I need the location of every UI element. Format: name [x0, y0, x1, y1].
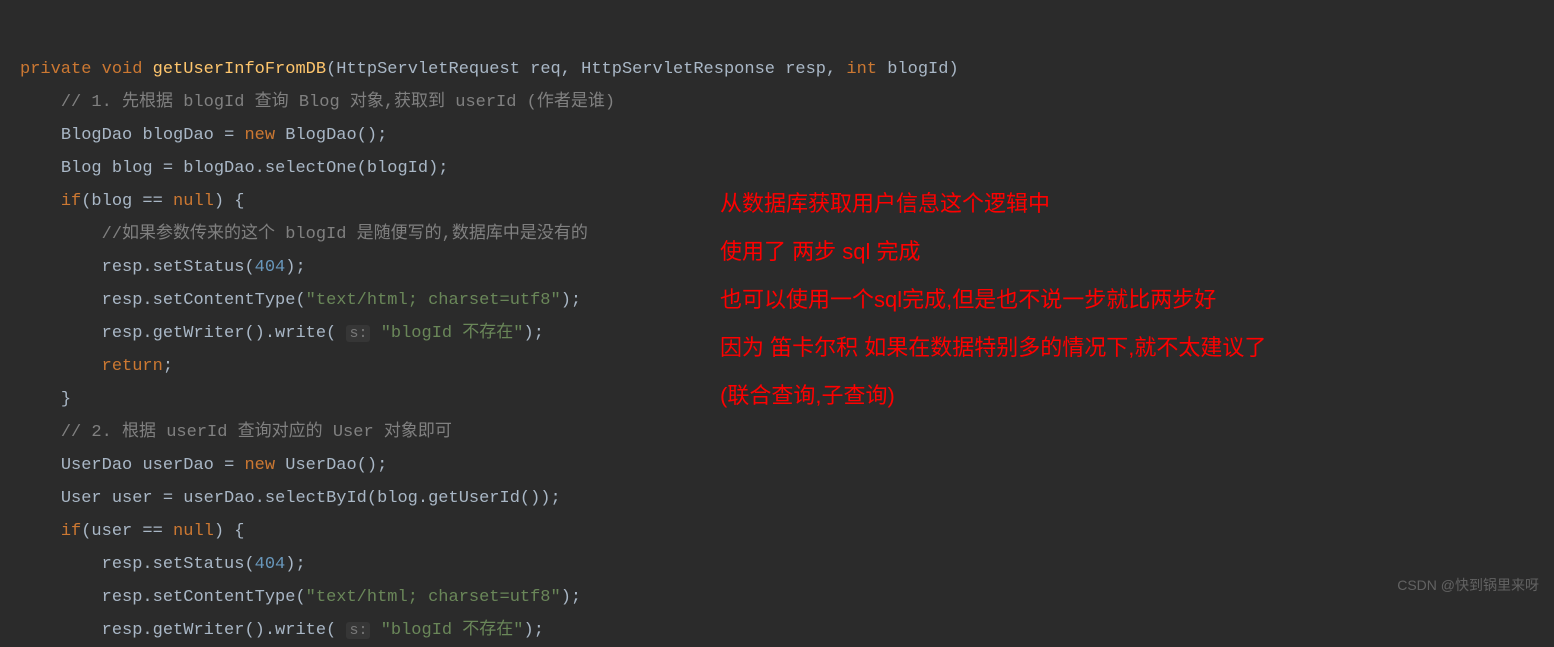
keyword-if: if: [61, 522, 81, 541]
cond: (blog ==: [81, 192, 163, 211]
string: "text/html; charset=utf8": [306, 588, 561, 607]
param-hint: s:: [346, 325, 370, 342]
tail: ();: [357, 126, 388, 145]
close: ) {: [214, 192, 245, 211]
eq: =: [224, 456, 234, 475]
paren: (: [326, 60, 336, 79]
keyword-private: private: [20, 60, 91, 79]
expr: userDao.selectById(blog.getUserId());: [183, 489, 560, 508]
var: blog: [112, 159, 153, 178]
string: "blogId 不存在": [381, 324, 524, 343]
ctor: UserDao: [285, 456, 356, 475]
comment-line: // 1. 先根据 blogId 查询 Blog 对象,获取到 userId (…: [61, 93, 615, 112]
watermark: CSDN @快到锅里来呀: [1397, 569, 1539, 602]
string: "blogId 不存在": [381, 621, 524, 640]
comment-line: //如果参数传来的这个 blogId 是随便写的,数据库中是没有的: [102, 225, 588, 244]
tail: );: [561, 291, 581, 310]
comma: ,: [561, 60, 571, 79]
param-hint: s:: [346, 622, 370, 639]
eq: =: [163, 159, 173, 178]
tail: );: [285, 555, 305, 574]
var: userDao: [142, 456, 213, 475]
call: resp.setStatus(: [102, 258, 255, 277]
param: blogId: [887, 60, 948, 79]
var: user: [112, 489, 153, 508]
tail: );: [285, 258, 305, 277]
annotation-line: 从数据库获取用户信息这个逻辑中: [720, 180, 1266, 228]
tail: );: [561, 588, 581, 607]
annotation-line: 使用了 两步 sql 完成: [720, 228, 1266, 276]
string: "text/html; charset=utf8": [306, 291, 561, 310]
keyword-return: return: [102, 357, 163, 376]
tail: );: [524, 324, 544, 343]
annotation-line: (联合查询,子查询): [720, 372, 1266, 420]
annotation-text: 从数据库获取用户信息这个逻辑中 使用了 两步 sql 完成 也可以使用一个sql…: [720, 180, 1266, 420]
eq: =: [163, 489, 173, 508]
call: resp.setContentType(: [102, 588, 306, 607]
annotation-line: 因为 笛卡尔积 如果在数据特别多的情况下,就不太建议了: [720, 324, 1266, 372]
keyword-new: new: [244, 126, 275, 145]
keyword-void: void: [102, 60, 143, 79]
call: resp.setContentType(: [102, 291, 306, 310]
number: 404: [255, 555, 286, 574]
type: BlogDao: [61, 126, 132, 145]
var: blogDao: [142, 126, 213, 145]
keyword-new: new: [244, 456, 275, 475]
brace: }: [61, 390, 71, 409]
close: ) {: [214, 522, 245, 541]
comment-line: // 2. 根据 userId 查询对应的 User 对象即可: [61, 423, 452, 442]
keyword-null: null: [173, 192, 214, 211]
tail: );: [524, 621, 544, 640]
param: resp: [785, 60, 826, 79]
cond: (user ==: [81, 522, 163, 541]
param: req: [530, 60, 561, 79]
expr: blogDao.selectOne(blogId);: [183, 159, 448, 178]
keyword-null: null: [173, 522, 214, 541]
eq: =: [224, 126, 234, 145]
call: resp.getWriter().write(: [102, 621, 337, 640]
annotation-line: 也可以使用一个sql完成,但是也不说一步就比两步好: [720, 276, 1266, 324]
keyword-if: if: [61, 192, 81, 211]
call: resp.setStatus(: [102, 555, 255, 574]
call: resp.getWriter().write(: [102, 324, 337, 343]
type: User: [61, 489, 102, 508]
method-name: getUserInfoFromDB: [153, 60, 326, 79]
type: HttpServletRequest: [336, 60, 520, 79]
type-int: int: [846, 60, 877, 79]
number: 404: [255, 258, 286, 277]
type: UserDao: [61, 456, 132, 475]
semi: ;: [163, 357, 173, 376]
type: HttpServletResponse: [581, 60, 775, 79]
comma: ,: [826, 60, 836, 79]
paren: ): [948, 60, 958, 79]
ctor: BlogDao: [285, 126, 356, 145]
tail: ();: [357, 456, 388, 475]
type: Blog: [61, 159, 102, 178]
